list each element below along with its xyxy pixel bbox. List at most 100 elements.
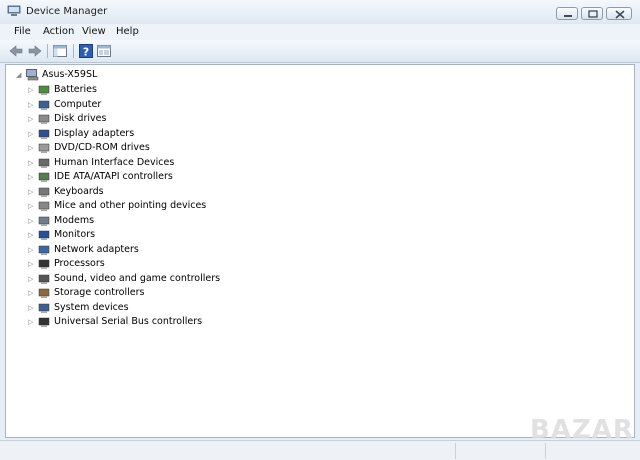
expand-arrow-icon[interactable]: ▷ — [28, 112, 36, 126]
tree-item-label: Display adapters — [54, 127, 135, 139]
tree-item[interactable]: ▷ Display adapters — [28, 127, 288, 141]
tree-item-label: Universal Serial Bus controllers — [54, 316, 203, 327]
close-button[interactable] — [606, 7, 632, 20]
computer-icon — [38, 100, 50, 110]
expand-arrow-icon[interactable]: ▷ — [28, 127, 36, 141]
expand-arrow-icon[interactable]: ▷ — [28, 315, 36, 329]
minimize-button[interactable] — [556, 7, 578, 20]
window-title: Device Manager — [26, 6, 108, 17]
expand-arrow-icon[interactable]: ▷ — [28, 301, 36, 315]
maximize-button[interactable] — [581, 7, 603, 20]
expand-arrow-icon[interactable]: ▷ — [28, 199, 36, 213]
tree-item-label: Keyboards — [54, 185, 104, 197]
show-hide-console-tree-icon[interactable] — [52, 43, 68, 59]
menu-bar: File Action View Help — [0, 24, 640, 40]
expand-arrow-icon[interactable]: ▷ — [28, 228, 36, 242]
expand-arrow-icon[interactable]: ▷ — [28, 98, 36, 112]
display-adapter-icon — [38, 129, 50, 139]
forward-arrow-icon[interactable] — [27, 43, 43, 59]
tree-item-label: Storage controllers — [54, 287, 145, 298]
expand-arrow-icon[interactable]: ▷ — [28, 170, 36, 184]
title-bar[interactable]: Device Manager — [0, 0, 640, 24]
tree-item[interactable]: ▷ Network adapters — [28, 243, 288, 257]
toolbar: ? — [0, 40, 640, 63]
status-divider — [545, 443, 546, 459]
close-icon — [615, 10, 625, 19]
tree-item[interactable]: ▷ Sound, video and game controllers — [28, 272, 288, 286]
menu-view[interactable]: View — [82, 26, 106, 37]
tree-item-label: Monitors — [54, 229, 96, 240]
ide-controller-icon — [38, 172, 50, 182]
tree-item-label: Disk drives — [54, 113, 107, 124]
watermark-logo: BAZAR — [530, 415, 634, 445]
expand-arrow-icon[interactable]: ▷ — [28, 141, 36, 155]
usb-icon — [38, 317, 50, 327]
menu-action[interactable]: Action — [43, 26, 74, 37]
processor-icon — [38, 259, 50, 269]
tree-item-label: Computer — [54, 98, 102, 110]
back-arrow-icon[interactable] — [8, 43, 24, 59]
modem-icon — [38, 216, 50, 226]
tree-item[interactable]: ▷ Computer — [28, 98, 288, 112]
tree-item-label: Batteries — [54, 84, 97, 95]
tree-item-label: Sound, video and game controllers — [54, 272, 221, 284]
computer-root-icon — [26, 69, 39, 81]
toolbar-separator — [47, 44, 48, 58]
system-devices-icon — [38, 303, 50, 313]
storage-controller-icon — [38, 288, 50, 298]
menu-help[interactable]: Help — [116, 26, 139, 37]
hid-icon — [38, 158, 50, 168]
properties-icon[interactable] — [96, 43, 112, 59]
tree-item[interactable]: ▷ Modems — [28, 214, 288, 228]
tree-root-label: Asus-X59SL — [42, 69, 98, 80]
menu-file[interactable]: File — [14, 26, 31, 37]
disk-drive-icon — [38, 114, 50, 124]
tree-item-label: DVD/CD-ROM drives — [54, 142, 150, 153]
expand-arrow-icon[interactable]: ▷ — [28, 156, 36, 170]
device-manager-app-icon — [7, 5, 21, 16]
expand-arrow-icon[interactable]: ▷ — [28, 243, 36, 257]
tree-item-label: Human Interface Devices — [54, 156, 175, 168]
tree-item-label: IDE ATA/ATAPI controllers — [54, 171, 173, 182]
tree-item[interactable]: ▷ Human Interface Devices — [28, 156, 288, 170]
device-manager-window: Device Manager File Action View Help ? ◢… — [0, 0, 640, 460]
tree-item[interactable]: ▷ Mice and other pointing devices — [28, 199, 288, 213]
tree-item[interactable]: ▷ Disk drives — [28, 112, 288, 126]
tree-item-label: System devices — [54, 301, 129, 313]
sound-icon — [38, 274, 50, 284]
maximize-icon — [588, 10, 598, 18]
tree-item[interactable]: ▷ IDE ATA/ATAPI controllers — [28, 170, 288, 184]
minimize-icon — [564, 15, 572, 17]
status-divider — [455, 443, 456, 459]
dvd-drive-icon — [38, 143, 50, 153]
expand-arrow-icon[interactable]: ▷ — [28, 257, 36, 271]
expand-arrow-icon[interactable]: ▷ — [28, 272, 36, 286]
tree-item[interactable]: ▷ Processors — [28, 257, 288, 271]
tree-item-label: Processors — [54, 258, 105, 269]
tree-item[interactable]: ▷ DVD/CD-ROM drives — [28, 141, 288, 155]
toolbar-separator — [73, 44, 74, 58]
expand-arrow-icon[interactable]: ▷ — [28, 185, 36, 199]
tree-item[interactable]: ▷ Monitors — [28, 228, 288, 242]
expand-arrow-icon[interactable]: ▷ — [28, 214, 36, 228]
tree-item[interactable]: ▷ Batteries — [28, 83, 288, 97]
tree-item[interactable]: ▷ System devices — [28, 301, 288, 315]
help-icon[interactable]: ? — [78, 43, 94, 59]
svg-text:?: ? — [83, 46, 89, 59]
keyboard-icon — [38, 187, 50, 197]
tree-root[interactable]: ◢ Asus-X59SL — [16, 68, 216, 82]
expand-arrow-icon[interactable]: ▷ — [28, 83, 36, 97]
tree-item-label: Mice and other pointing devices — [54, 200, 207, 211]
collapse-arrow-icon[interactable]: ◢ — [16, 68, 24, 82]
tree-item[interactable]: ▷ Storage controllers — [28, 286, 288, 300]
battery-icon — [38, 85, 50, 95]
mouse-icon — [38, 201, 50, 211]
device-tree[interactable]: ◢ Asus-X59SL ▷ Batteries ▷ Computer ▷ Disk dr… — [5, 64, 635, 438]
tree-item-label: Modems — [54, 214, 95, 226]
monitor-icon — [38, 230, 50, 240]
tree-item[interactable]: ▷ Universal Serial Bus controllers — [28, 315, 288, 329]
expand-arrow-icon[interactable]: ▷ — [28, 286, 36, 300]
network-adapter-icon — [38, 245, 50, 255]
tree-item-label: Network adapters — [54, 243, 139, 255]
tree-item[interactable]: ▷ Keyboards — [28, 185, 288, 199]
